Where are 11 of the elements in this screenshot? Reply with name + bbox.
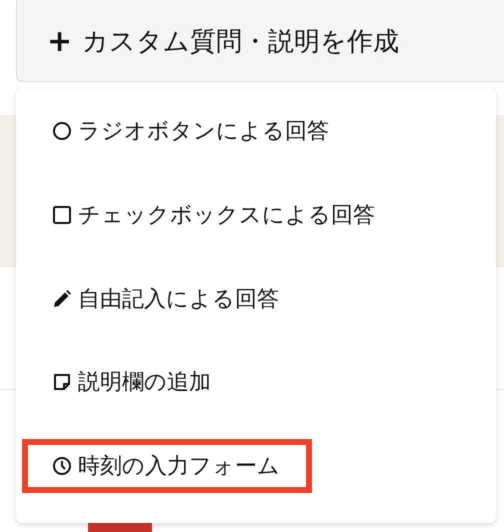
- menu-item[interactable]: 時刻の入力フォーム: [22, 439, 312, 494]
- create-custom-question-button[interactable]: + カスタム質問・説明を作成: [16, 0, 504, 82]
- menu-item[interactable]: 説明欄の追加: [22, 355, 243, 410]
- pencil-icon: [52, 288, 72, 309]
- circle-icon: [52, 121, 72, 141]
- clock-icon: [52, 456, 72, 476]
- note-icon: [52, 372, 72, 392]
- square-icon: [52, 204, 72, 225]
- menu-item[interactable]: 自由記入による回答: [22, 272, 311, 326]
- menu-item[interactable]: チェックボックスによる回答: [22, 188, 407, 242]
- menu-item[interactable]: ラジオボタンによる回答: [22, 104, 361, 158]
